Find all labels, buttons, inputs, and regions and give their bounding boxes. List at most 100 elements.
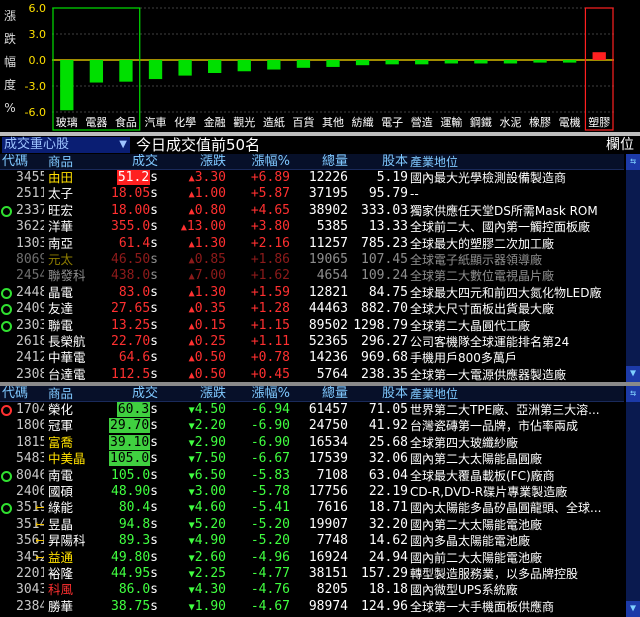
table-row[interactable]: 1815 富喬 39.10s ▼2.90 -6.90 16534 25.68 全球第四大玻纖紗… <box>0 434 624 451</box>
table-row[interactable]: 2618 長榮航 22.70s ▲0.25 +1.11 52365 296.27 公司客機隊全… <box>0 334 624 350</box>
bar[interactable] <box>89 60 104 83</box>
category-label[interactable]: 水泥 <box>499 116 521 129</box>
bar[interactable] <box>533 60 547 63</box>
table-row[interactable]: 2201 裕隆 44.95s ▼2.25 -4.77 38151 157.29 轉型製造服務業… <box>0 566 624 582</box>
bar[interactable] <box>178 60 192 76</box>
column-header-desc[interactable]: 產業地位 <box>410 154 624 170</box>
bar[interactable] <box>60 60 74 111</box>
column-header-name[interactable]: 商品 <box>48 386 94 402</box>
column-header-code[interactable]: 代碼 <box>2 154 30 170</box>
table-row[interactable]: 2409 友達 27.65s ▲0.35 +1.28 44463 882.70 全球大尺寸面板… <box>0 301 624 317</box>
category-label[interactable]: 電器 <box>85 116 107 129</box>
category-label[interactable]: 塑膠 <box>588 115 610 129</box>
table-row[interactable]: 2308 台達電 112.5s ▲0.50 +0.45 5764 238.35 全球第一大電源… <box>0 367 624 383</box>
column-header-vol[interactable]: 總量 <box>292 386 348 402</box>
category-label[interactable]: 運輸 <box>440 115 462 129</box>
bar[interactable] <box>296 60 311 68</box>
category-dropdown[interactable]: 成交重心股 ▼ <box>2 137 130 153</box>
bar[interactable] <box>355 60 370 66</box>
table-row[interactable]: 5483 中美晶 105.0s ▼7.50 -6.67 17539 32.06 國內第二大太陽… <box>0 451 624 467</box>
column-header-chg[interactable]: 漲跌 <box>162 386 226 402</box>
bar[interactable] <box>326 60 340 67</box>
table-row[interactable]: 2337 旺宏 18.00s ▲0.80 +4.65 38902 333.03 獨家供應任天堂… <box>0 203 624 219</box>
category-label[interactable]: 紡織 <box>352 115 374 129</box>
table-row[interactable]: 3514 昱晶 ⟵ 94.8s ▼5.20 -5.20 19907 32.20 國內第二大太陽能… <box>0 517 624 533</box>
column-header-desc[interactable]: 產業地位 <box>410 386 624 402</box>
column-header-price[interactable]: 成交 <box>92 154 158 170</box>
table-row[interactable]: 3043 科風 86.0s ▼4.30 -4.76 8205 18.18 國內微型UPS系統廠 <box>0 582 624 598</box>
swap-icon[interactable]: ⇆ <box>626 386 640 402</box>
price-change: ▼4.30 <box>162 582 226 599</box>
industry-position: 公司客機隊全球運能排名第24 <box>410 334 570 349</box>
bar[interactable] <box>237 60 251 72</box>
price-suffix: s <box>150 418 158 434</box>
table-row[interactable]: 2406 國碩 48.90s ▼3.00 -5.78 17756 22.19 CD-R,DVD… <box>0 484 624 500</box>
category-label[interactable]: 化學 <box>174 115 196 129</box>
table-row[interactable]: 1806 冠軍 29.70s ▼2.20 -6.90 24750 41.92 台灣瓷磚第一品牌… <box>0 418 624 434</box>
table-row[interactable]: 2384 勝華 38.75s ▼1.90 -4.67 98974 124.96 全球第一大手機… <box>0 599 624 615</box>
stock-code: 3622 <box>16 219 44 235</box>
table-row[interactable]: 8069 元太 46.50s ▲0.85 +1.86 19065 107.45 全球電子紙顯示… <box>0 252 624 268</box>
column-header-cap[interactable]: 股本 <box>350 386 408 402</box>
table-row[interactable]: 1303 南亞 61.4s ▲1.30 +2.16 11257 785.23 全球最大的塑膠二… <box>0 236 624 252</box>
total-volume: 37195 <box>308 186 348 202</box>
swap-icon[interactable]: ⇆ <box>626 154 640 170</box>
table-row[interactable]: 2448 晶電 83.0s ▲1.30 +1.59 12821 84.75 全球最大四元和前四… <box>0 285 624 301</box>
table-row[interactable]: 3622 洋華 355.0s ▲13.00 +3.80 5385 13.33 全球前二大、國內… <box>0 219 624 235</box>
table-row[interactable]: 3561 昇陽科 ⟵ 89.3s ▼4.90 -5.20 7748 14.62 國內多晶太陽能電… <box>0 533 624 549</box>
table-row[interactable]: 2412 中華電 64.6s ▲0.50 +0.78 14236 969.68 手機用戶800… <box>0 350 624 366</box>
category-label[interactable]: 橡膠 <box>529 116 551 129</box>
bar[interactable] <box>474 60 488 64</box>
bar[interactable] <box>503 60 518 64</box>
table-row[interactable]: 8046 南電 105.0s ▼6.50 -5.83 7108 63.04 全球最大覆晶載板(… <box>0 468 624 484</box>
bar[interactable] <box>444 60 458 64</box>
bar[interactable] <box>267 60 281 70</box>
category-label[interactable]: 玻璃 <box>56 115 78 129</box>
table-row[interactable]: 3519 綠能 ⟵ 80.4s ▼4.60 -5.41 7616 18.71 國內太陽能多晶矽晶… <box>0 500 624 516</box>
table-row[interactable]: 2454 聯發科 438.0s ▲7.00 +1.62 4654 109.24 全球第二大數位… <box>0 268 624 284</box>
columns-button[interactable]: 欄位 <box>606 136 634 154</box>
gainers-scrollbar[interactable]: ⇆ ▼ <box>626 154 640 382</box>
bar[interactable] <box>385 60 399 65</box>
column-header-name[interactable]: 商品 <box>48 154 94 170</box>
category-label[interactable]: 觀光 <box>233 115 255 129</box>
column-header-code[interactable]: 代碼 <box>2 386 30 402</box>
category-label[interactable]: 汽車 <box>145 115 167 129</box>
category-label[interactable]: 電機 <box>559 115 581 129</box>
category-label[interactable]: 營造 <box>411 115 433 129</box>
capital: 84.75 <box>368 284 408 300</box>
column-header-vol[interactable]: 總量 <box>292 154 348 170</box>
losers-scrollbar[interactable]: ⇆ ▼ <box>626 386 640 617</box>
industry-position: 國內太陽能多晶矽晶圓龍頭、全球... <box>410 501 602 516</box>
column-header-cap[interactable]: 股本 <box>350 154 408 170</box>
column-header-pct[interactable]: 漲幅% <box>228 386 290 402</box>
bar[interactable] <box>148 60 163 80</box>
bar[interactable] <box>592 52 606 60</box>
arrow-down-icon[interactable]: ▼ <box>626 601 640 617</box>
category-label[interactable]: 鋼鐵 <box>470 115 492 129</box>
capital: 63.04 <box>368 467 408 483</box>
bar[interactable] <box>208 60 222 73</box>
table-row[interactable]: 3455 由田 51.2s ▲3.30 +6.89 12226 5.19 國內最大光學檢測設備… <box>0 170 624 186</box>
arrow-down-icon[interactable]: ▼ <box>626 366 640 382</box>
bar[interactable] <box>562 60 577 63</box>
bar[interactable] <box>415 60 429 65</box>
column-header-pct[interactable]: 漲幅% <box>228 154 290 170</box>
bar[interactable] <box>119 60 133 82</box>
price-value: 39.10 <box>109 434 151 450</box>
column-header-price[interactable]: 成交 <box>92 386 158 402</box>
table-row[interactable]: 1704 榮化 60.3s ▼4.50 -6.94 61457 71.05 世界第二大TPE廠… <box>0 402 624 418</box>
category-label[interactable]: 食品 <box>115 115 137 129</box>
price-suffix: s <box>150 366 158 382</box>
table-row[interactable]: 3452 益通 ⟵ 49.80s ▼2.60 -4.96 16924 24.94 國內前二大太陽… <box>0 550 624 566</box>
category-label[interactable]: 電子 <box>381 116 403 129</box>
category-label[interactable]: 百貨 <box>292 115 314 129</box>
table-row[interactable]: 2303 聯電 13.25s ▲0.15 +1.15 89502 1298.79 全球第二大晶… <box>0 318 624 334</box>
category-label[interactable]: 其他 <box>322 116 344 129</box>
category-label[interactable]: 造紙 <box>263 115 285 129</box>
table-row[interactable]: 2511 太子 18.05s ▲1.00 +5.87 37195 95.79 -- <box>0 186 624 202</box>
change-value: 0.50 <box>194 366 226 382</box>
column-header-chg[interactable]: 漲跌 <box>162 154 226 170</box>
category-label[interactable]: 金融 <box>204 115 226 129</box>
change-value: 2.60 <box>194 549 226 565</box>
